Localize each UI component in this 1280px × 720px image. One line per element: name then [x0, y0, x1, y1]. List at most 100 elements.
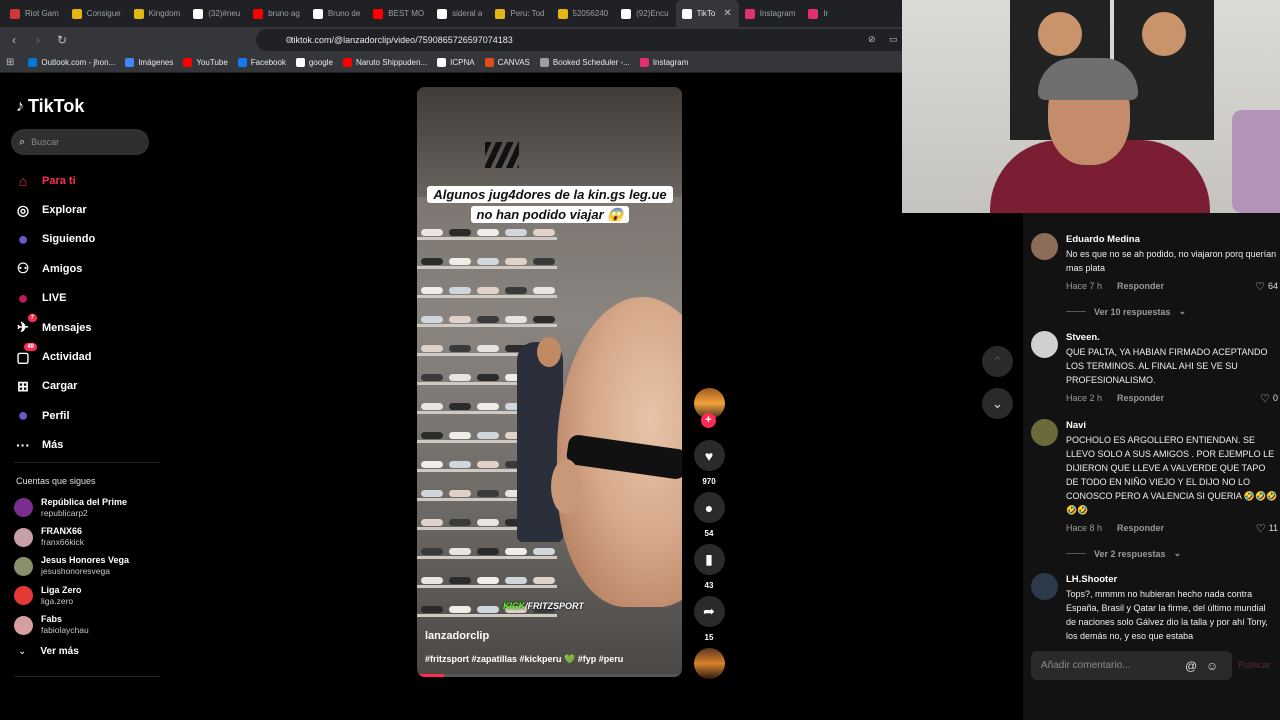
bookmark-item[interactable]: Naruto Shippuden...	[342, 58, 427, 67]
browser-tab[interactable]: Instagram	[739, 0, 803, 27]
watermark-kick: KICK	[503, 601, 525, 611]
reply-button[interactable]: Responder	[1117, 393, 1164, 403]
browser-tab[interactable]: Kingdom	[128, 0, 188, 27]
tiktok-logo[interactable]: ♪ TikTok	[16, 96, 84, 117]
nav-item-actividad[interactable]: ▢ 49 Actividad	[14, 342, 154, 371]
comment-author[interactable]: Eduardo Medina	[1066, 233, 1278, 246]
browser-tab[interactable]: (92)Encu	[615, 0, 675, 27]
site-info-icon[interactable]: ⚙	[285, 35, 293, 46]
like-button[interactable]: ♥ 970	[692, 440, 726, 486]
shoe	[449, 258, 471, 265]
browser-tab[interactable]: Consigue	[66, 0, 128, 27]
comment-avatar[interactable]	[1031, 233, 1058, 260]
see-more-label: Ver más	[40, 646, 79, 657]
nav-item-explorar[interactable]: ◎ Explorar	[14, 195, 154, 224]
comment-button[interactable]: ● 54	[692, 492, 726, 538]
next-video-button[interactable]: ⌄	[982, 388, 1013, 419]
following-name: Liga Zero	[41, 584, 82, 595]
bookmark-item[interactable]: google	[295, 58, 333, 67]
comment-avatar[interactable]	[1031, 419, 1058, 446]
comment-like-button[interactable]: ♡ 64	[1255, 280, 1278, 293]
nav-item-siguiendo[interactable]: ● Siguiendo	[14, 225, 154, 254]
nav-item-live[interactable]: ● LIVE	[14, 284, 154, 313]
bookmark-item[interactable]: YouTube	[183, 58, 228, 67]
browser-tab[interactable]: Peru: Tod	[489, 0, 551, 27]
save-button[interactable]: ▮ 43	[692, 544, 726, 590]
browser-tab[interactable]: Bruno de	[307, 0, 367, 27]
bookmark-item[interactable]: CANVAS	[484, 58, 530, 67]
shoe	[449, 229, 471, 236]
comment-like-count: 0	[1272, 393, 1278, 403]
share-icon: ➦	[693, 596, 725, 627]
browser-tab[interactable]: BEST MO	[367, 0, 431, 27]
previous-video-button[interactable]: ⌃	[982, 346, 1013, 377]
following-account[interactable]: FRANX66 franx66kick	[14, 522, 159, 551]
comment-like-button[interactable]: ♡ 0	[1260, 392, 1278, 405]
forward-icon[interactable]: ›	[28, 33, 48, 47]
comment-input[interactable]: Añadir comentario... @ ☺	[1031, 651, 1232, 680]
share-button[interactable]: ➦ 15	[692, 596, 726, 642]
browser-tab[interactable]: (32)#neu	[187, 0, 247, 27]
comment-author[interactable]: Navi	[1066, 419, 1278, 432]
follow-plus-icon[interactable]: +	[701, 413, 716, 428]
comment-like-count: 64	[1267, 281, 1278, 291]
nav-item-mensajes[interactable]: ✈ 7 Mensajes	[14, 313, 154, 342]
nav-item-para-ti[interactable]: ⌂ Para ti	[14, 166, 154, 195]
reply-button[interactable]: Responder	[1117, 281, 1164, 291]
bookmark-item[interactable]: Facebook	[237, 58, 286, 67]
bookmark-item[interactable]: Imágenes	[125, 58, 173, 67]
following-account[interactable]: República del Prime republicarp2	[14, 493, 159, 522]
browser-tab[interactable]: bruno ag	[247, 0, 307, 27]
view-replies-button[interactable]: Ver 10 respuestas ⌄	[1066, 306, 1278, 317]
address-bar[interactable]: ⚙ tiktok.com/@lanzadorclip/video/7590865…	[256, 29, 911, 51]
bookmark-item[interactable]: Booked Scheduler -...	[539, 58, 630, 67]
mention-icon[interactable]: @	[1185, 659, 1197, 673]
reply-button[interactable]: Responder	[1117, 523, 1164, 533]
comment-author[interactable]: Stveen.	[1066, 331, 1278, 344]
following-account[interactable]: Fabs fabiolaychau	[14, 611, 159, 640]
back-icon[interactable]: ‹	[4, 33, 24, 47]
reload-icon[interactable]: ↻	[52, 33, 72, 47]
see-more-button[interactable]: ⌄ Ver más	[18, 646, 79, 657]
replies-line	[1066, 553, 1086, 554]
following-account[interactable]: Liga Zero liga.zero	[14, 581, 159, 610]
comment-avatar[interactable]	[1031, 573, 1058, 600]
bookmark-item[interactable]: Outlook.com - jhon...	[28, 58, 115, 67]
notification-badge: 49	[24, 343, 37, 352]
nav-item-cargar[interactable]: ⊞ Cargar	[14, 372, 154, 401]
search-input[interactable]: ⌕ Buscar	[11, 129, 149, 155]
bookmark-item[interactable]: ICPNA	[437, 58, 475, 67]
tab-title: BEST MO	[388, 9, 425, 18]
extension-icon[interactable]: ⊘	[868, 34, 876, 45]
sidebar-toggle-icon[interactable]: ▭	[889, 34, 898, 45]
nav-item-amigos[interactable]: ⚇ Amigos	[14, 254, 154, 283]
nav-item-m-s[interactable]: ··· Más	[14, 431, 154, 460]
tab-favicon-icon	[193, 8, 204, 19]
following-account[interactable]: Jesus Honores Vega jesushonoresvega	[14, 552, 159, 581]
video-player[interactable]: Algunos jug4dores de la kin.gs leg.ue no…	[417, 87, 682, 677]
browser-tab[interactable]: Riot Gam	[4, 0, 66, 27]
replies-line	[1066, 311, 1086, 312]
tab-favicon-icon	[621, 8, 632, 19]
video-username[interactable]: lanzadorclip	[425, 630, 489, 642]
sound-disc-button[interactable]	[692, 648, 726, 679]
comment-like-button[interactable]: ♡ 11	[1256, 522, 1278, 535]
publish-button[interactable]: Publicar	[1238, 660, 1271, 670]
video-hashtags[interactable]: #fritzsport #zapatillas #kickperu 💚 #fyp…	[425, 654, 623, 665]
close-tab-icon[interactable]: ✕	[723, 8, 731, 19]
emoji-icon[interactable]: ☺	[1206, 659, 1218, 673]
browser-tab[interactable]: TikTo ✕	[675, 0, 739, 27]
apps-grid-icon[interactable]: ⊞	[6, 57, 14, 68]
bookmark-item[interactable]: Instagram	[639, 58, 688, 67]
browser-tab[interactable]: Ir	[802, 0, 835, 27]
comment-author[interactable]: LH.Shooter	[1066, 573, 1276, 586]
comment-avatar[interactable]	[1031, 331, 1058, 358]
shoe	[477, 490, 499, 497]
video-progress-bar[interactable]	[417, 674, 682, 677]
browser-tab[interactable]: sideral a	[431, 0, 489, 27]
nav-item-perfil[interactable]: ● Perfil	[14, 401, 154, 430]
video-progress-fill	[417, 674, 444, 677]
creator-avatar-button[interactable]: +	[692, 388, 726, 428]
view-replies-button[interactable]: Ver 2 respuestas ⌄	[1066, 548, 1278, 559]
browser-tab[interactable]: 52056240	[552, 0, 616, 27]
